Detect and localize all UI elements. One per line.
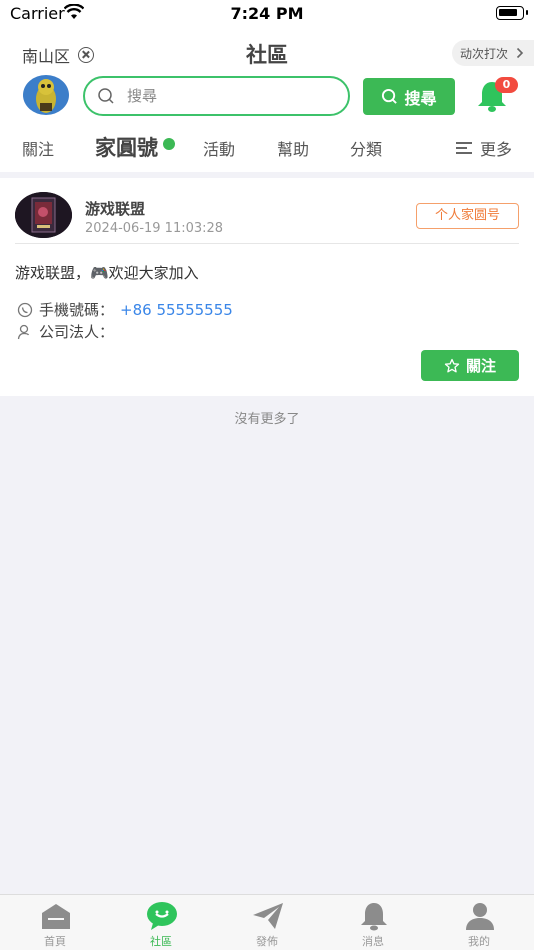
tabbar-publish-label: 發佈 — [256, 935, 278, 948]
bell-icon — [361, 903, 387, 931]
tabbar-profile[interactable]: 我的 — [426, 895, 532, 950]
notification-badge: 0 — [495, 77, 518, 93]
phone-label: 手機號碼： — [39, 301, 115, 319]
checkin-button[interactable]: 动次打次 — [451, 40, 534, 66]
post-author-name: 游戏联盟 — [85, 200, 146, 218]
tab-follow[interactable]: 關注 — [22, 136, 54, 160]
tab-bar: 關注 家圓號 活動 幫助 分類 更多 — [0, 128, 534, 168]
tabbar-messages[interactable]: 消息 — [320, 895, 426, 950]
header: 南山区 社區 动次打次 搜尋 0 關注 家圓號 活動 幫助 分類 — [0, 27, 534, 172]
chat-bubble-icon — [147, 902, 177, 930]
tabbar-messages-label: 消息 — [362, 935, 384, 948]
search-input[interactable] — [127, 87, 327, 105]
post-avatar[interactable] — [15, 192, 72, 238]
search-icon — [382, 88, 398, 104]
follow-label: 關注 — [465, 357, 496, 375]
phone-row: 手機號碼： +86 55555555 — [17, 299, 233, 320]
battery-icon — [496, 6, 528, 20]
status-bar: Carrier 7:24 PM — [0, 0, 534, 27]
tab-activities[interactable]: 活動 — [203, 136, 235, 160]
search-box — [83, 76, 350, 116]
user-icon — [466, 903, 494, 930]
clock: 7:24 PM — [230, 4, 304, 23]
search-button[interactable]: 搜尋 — [363, 78, 455, 115]
tabbar-community[interactable]: 社區 — [108, 895, 214, 950]
account-type-badge: 个人家圆号 — [416, 203, 519, 229]
checkin-label: 动次打次 — [459, 46, 508, 61]
star-icon — [444, 358, 460, 372]
phone-icon — [17, 302, 33, 317]
legal-person-row: 公司法人： — [17, 321, 114, 342]
more-button[interactable]: 更多 — [455, 136, 512, 160]
paper-plane-icon — [253, 903, 283, 929]
search-button-label: 搜尋 — [404, 88, 437, 108]
active-tab-indicator — [163, 138, 175, 150]
menu-icon — [455, 142, 472, 154]
post-text: 游戏联盟，🎮欢迎大家加入 — [15, 264, 199, 282]
post-timestamp: 2024-06-19 11:03:28 — [85, 221, 224, 236]
tabbar-profile-label: 我的 — [468, 935, 490, 948]
list-end-text: 沒有更多了 — [234, 412, 300, 427]
follow-button[interactable]: 關注 — [421, 350, 519, 381]
home-icon — [42, 904, 70, 929]
tabbar-home-label: 首頁 — [44, 935, 66, 948]
bottom-tab-bar: 首頁 社區 發佈 消息 我的 — [0, 894, 534, 950]
avatar[interactable] — [21, 75, 71, 115]
tab-categories[interactable]: 分類 — [350, 136, 382, 160]
divider — [15, 243, 519, 244]
more-label: 更多 — [479, 140, 512, 159]
search-icon — [98, 88, 114, 104]
phone-number-link[interactable]: +86 55555555 — [120, 301, 233, 319]
person-icon — [17, 324, 30, 339]
tab-family-account[interactable]: 家圓號 — [95, 132, 158, 162]
tab-help[interactable]: 幫助 — [277, 136, 309, 160]
post-card[interactable]: 游戏联盟 2024-06-19 11:03:28 个人家圆号 游戏联盟，🎮欢迎大… — [0, 178, 534, 396]
legal-person-label: 公司法人： — [39, 323, 115, 341]
chevron-right-icon — [516, 47, 524, 59]
tabbar-home[interactable]: 首頁 — [2, 895, 108, 950]
tabbar-community-label: 社區 — [150, 935, 172, 948]
tabbar-publish[interactable]: 發佈 — [214, 895, 320, 950]
